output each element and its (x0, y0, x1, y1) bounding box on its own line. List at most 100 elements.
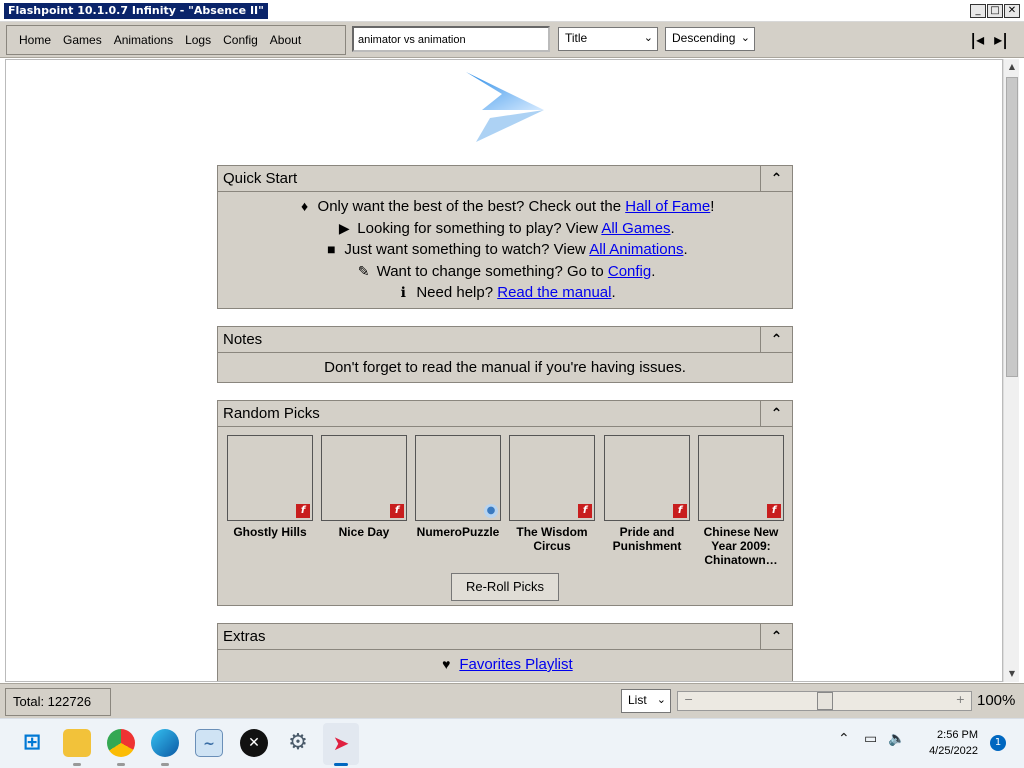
maximize-button[interactable]: □ (987, 4, 1003, 18)
vertical-scrollbar[interactable]: ▲ ▼ (1003, 59, 1019, 682)
flash-icon: f (578, 504, 592, 518)
chevron-down-icon: ⌄ (656, 694, 666, 706)
flashpoint-logo (466, 72, 544, 142)
flash-icon: f (296, 504, 310, 518)
reroll-picks-button[interactable]: Re-Roll Picks (451, 573, 559, 601)
collapse-icon[interactable]: ⌃ (760, 401, 792, 427)
nav-home[interactable]: Home (13, 33, 57, 47)
nav-logs[interactable]: Logs (179, 33, 217, 47)
running-indicator (117, 763, 125, 766)
flashpoint-icon[interactable]: ➤ (327, 729, 355, 757)
flash-icon: f (390, 504, 404, 518)
game-card[interactable]: f Chinese New Year 2009: Chinatown… (698, 435, 784, 567)
network-icon[interactable]: ▭ (864, 731, 877, 747)
game-thumbnail[interactable]: f (698, 435, 784, 521)
zoom-level: 100% (977, 692, 1016, 709)
quick-start-line: ■ Just want something to watch? View All … (218, 239, 792, 261)
game-title[interactable]: The Wisdom Circus (509, 525, 595, 553)
home-page: Quick Start ⌃ ♦ Only want the best of the… (5, 59, 1003, 682)
file-explorer-icon[interactable] (63, 729, 91, 757)
nav-games[interactable]: Games (57, 33, 108, 47)
collapse-icon[interactable]: ⌃ (760, 624, 792, 650)
window-title: Flashpoint 10.1.0.7 Infinity - "Absence … (4, 3, 268, 19)
nav-animations[interactable]: Animations (108, 33, 179, 47)
running-indicator (161, 763, 169, 766)
sort-order-value: Descending (672, 31, 736, 45)
config-link[interactable]: Config (608, 263, 651, 280)
video-icon: ■ (327, 241, 336, 257)
active-indicator (334, 763, 348, 766)
scroll-up-icon[interactable]: ▲ (1004, 59, 1020, 75)
game-thumbnail[interactable]: ● (415, 435, 501, 521)
game-card[interactable]: f Ghostly Hills (227, 435, 313, 539)
zoom-slider-knob[interactable] (817, 692, 833, 710)
quick-start-line: ℹ Need help? Read the manual. (218, 282, 792, 304)
all-animations-link[interactable]: All Animations (589, 241, 683, 258)
nav-config[interactable]: Config (217, 33, 264, 47)
sort-field-select[interactable]: Title ⌄ (558, 27, 658, 51)
next-icon[interactable]: ▸| (994, 30, 1008, 49)
flash-icon: f (767, 504, 781, 518)
notification-badge[interactable]: 1 (990, 735, 1006, 751)
scroll-thumb[interactable] (1006, 77, 1018, 377)
collapse-icon[interactable]: ⌃ (760, 166, 792, 192)
random-picks-panel: Random Picks ⌃ f Ghostly Hills f Nice Da… (217, 400, 793, 606)
chrome-icon[interactable] (107, 729, 135, 757)
game-card[interactable]: f Nice Day (321, 435, 407, 539)
panel-header: Quick Start ⌃ (218, 166, 792, 192)
clock-time: 2:56 PM (937, 729, 978, 741)
close-button[interactable]: ✕ (1004, 4, 1020, 18)
plus-icon: + (955, 693, 965, 706)
game-thumbnail[interactable]: f (227, 435, 313, 521)
system-clock[interactable]: 2:56 PM 4/25/2022 (929, 727, 978, 759)
game-card[interactable]: ● NumeroPuzzle (415, 435, 501, 539)
panel-title: Notes (223, 331, 263, 348)
picks-grid: f Ghostly Hills f Nice Day ● NumeroPuzzl… (218, 427, 792, 601)
game-title[interactable]: NumeroPuzzle (415, 525, 501, 539)
game-thumbnail[interactable]: f (509, 435, 595, 521)
clock-date: 4/25/2022 (929, 745, 978, 757)
edge-icon[interactable] (151, 729, 179, 757)
previous-icon[interactable]: |◂ (970, 30, 984, 49)
game-title[interactable]: Chinese New Year 2009: Chinatown… (698, 525, 784, 567)
quick-start-line: ✎ Want to change something? Go to Config. (218, 261, 792, 283)
panel-title: Extras (223, 628, 266, 645)
notes-panel: Notes ⌃ Don't forget to read the manual … (217, 326, 793, 383)
game-card[interactable]: f The Wisdom Circus (509, 435, 595, 553)
game-title[interactable]: Ghostly Hills (227, 525, 313, 539)
collapse-icon[interactable]: ⌃ (760, 327, 792, 353)
game-title[interactable]: Nice Day (321, 525, 407, 539)
play-icon: ▶ (338, 219, 350, 236)
search-input[interactable]: animator vs animation (352, 26, 550, 52)
quick-start-line: ♦ Only want the best of the best? Check o… (218, 196, 792, 218)
volume-icon[interactable]: 🔈 (888, 731, 905, 747)
status-bar: Total: 122726 List ⌄ − + 100% (0, 683, 1024, 718)
game-thumbnail[interactable]: f (604, 435, 690, 521)
view-mode-select[interactable]: List ⌄ (621, 689, 671, 713)
favorites-playlist-link[interactable]: Favorites Playlist (459, 656, 572, 673)
flash-icon: f (673, 504, 687, 518)
photos-icon[interactable]: ~ (195, 729, 223, 757)
hall-of-fame-link[interactable]: Hall of Fame (625, 198, 710, 215)
manual-link[interactable]: Read the manual (497, 284, 611, 301)
game-card[interactable]: f Pride and Punishment (604, 435, 690, 553)
minimize-button[interactable]: _ (970, 4, 986, 18)
game-title[interactable]: Pride and Punishment (604, 525, 690, 553)
total-count: Total: 122726 (5, 688, 111, 716)
sort-order-select[interactable]: Descending ⌄ (665, 27, 755, 51)
view-mode-value: List (628, 693, 647, 707)
toolbar: Home Games Animations Logs Config About … (0, 22, 1024, 58)
all-games-link[interactable]: All Games (601, 220, 670, 237)
xbox-icon[interactable]: ✕ (240, 729, 268, 757)
zoom-slider[interactable]: − + (677, 691, 972, 711)
panel-header: Extras ⌃ (218, 624, 792, 650)
scroll-down-icon[interactable]: ▼ (1004, 666, 1020, 682)
chevron-down-icon: ⌄ (643, 32, 653, 44)
running-indicator (73, 763, 81, 766)
start-icon[interactable]: ⊞ (18, 729, 46, 757)
nav-about[interactable]: About (264, 33, 307, 47)
settings-gear-icon[interactable]: ⚙ (284, 729, 312, 757)
game-thumbnail[interactable]: f (321, 435, 407, 521)
chevron-up-icon[interactable]: ⌃ (838, 731, 850, 747)
notes-text: Don't forget to read the manual if you'r… (324, 359, 686, 376)
